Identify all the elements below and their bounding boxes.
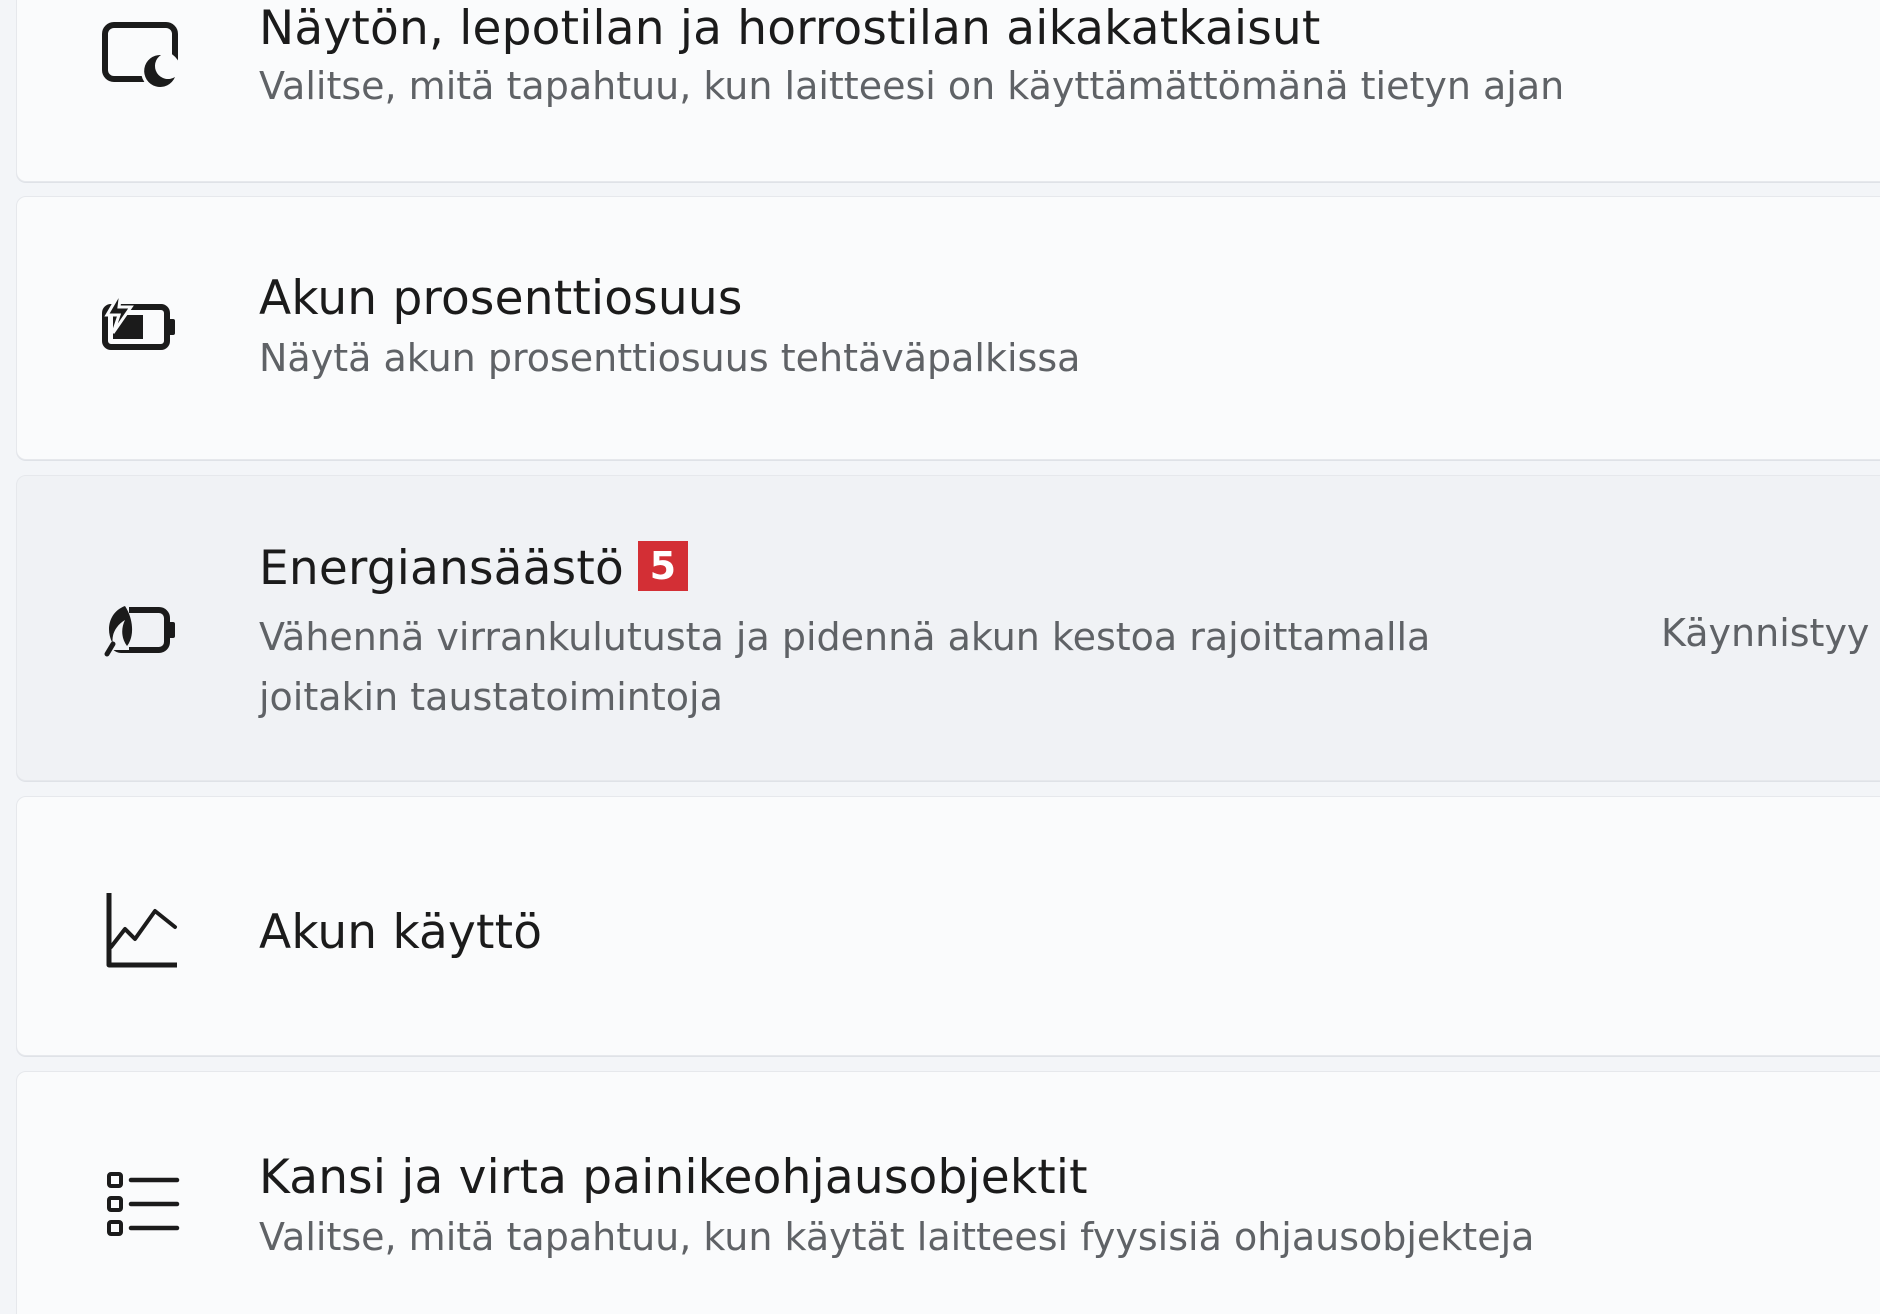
setting-description-line2: joitakin taustatoimintoja bbox=[259, 675, 723, 719]
setting-row-lid-power-controls[interactable]: Kansi ja virta painikeohjausobjektit Val… bbox=[16, 1071, 1880, 1314]
setting-description-line1: Vähennä virrankulutusta ja pidennä akun … bbox=[259, 615, 1431, 659]
setting-title: Akun käyttö bbox=[259, 905, 543, 960]
battery-charging-icon bbox=[99, 285, 185, 371]
annotation-badge: 5 bbox=[637, 541, 688, 591]
setting-title: Akun prosenttiosuus bbox=[259, 271, 743, 326]
screen-sleep-icon bbox=[99, 15, 185, 101]
setting-title: Energiansäästö 5 bbox=[259, 541, 688, 597]
setting-status: Käynnistyy bbox=[1661, 611, 1870, 655]
setting-row-battery-percentage[interactable]: Akun prosenttiosuus Näytä akun prosentti… bbox=[16, 196, 1880, 460]
setting-title-text: Energiansäästö bbox=[259, 541, 624, 596]
energy-saver-icon bbox=[99, 586, 185, 672]
setting-description: Valitse, mitä tapahtuu, kun käytät laitt… bbox=[259, 1215, 1535, 1259]
list-icon bbox=[99, 1164, 185, 1250]
setting-row-energy-saver[interactable]: Energiansäästö 5 Vähennä virrankulutusta … bbox=[16, 475, 1880, 781]
setting-row-battery-usage[interactable]: Akun käyttö bbox=[16, 796, 1880, 1056]
setting-description: Valitse, mitä tapahtuu, kun laitteesi on… bbox=[259, 64, 1565, 108]
setting-row-timeouts[interactable]: Näytön, lepotilan ja horrostilan aikakat… bbox=[16, 0, 1880, 182]
setting-description: Näytä akun prosenttiosuus tehtäväpalkiss… bbox=[259, 336, 1081, 380]
setting-title: Kansi ja virta painikeohjausobjektit bbox=[259, 1150, 1088, 1205]
chart-line-icon bbox=[99, 887, 185, 973]
power-settings-page: Näytön, lepotilan ja horrostilan aikakat… bbox=[0, 0, 1880, 1314]
setting-title: Näytön, lepotilan ja horrostilan aikakat… bbox=[259, 1, 1321, 56]
